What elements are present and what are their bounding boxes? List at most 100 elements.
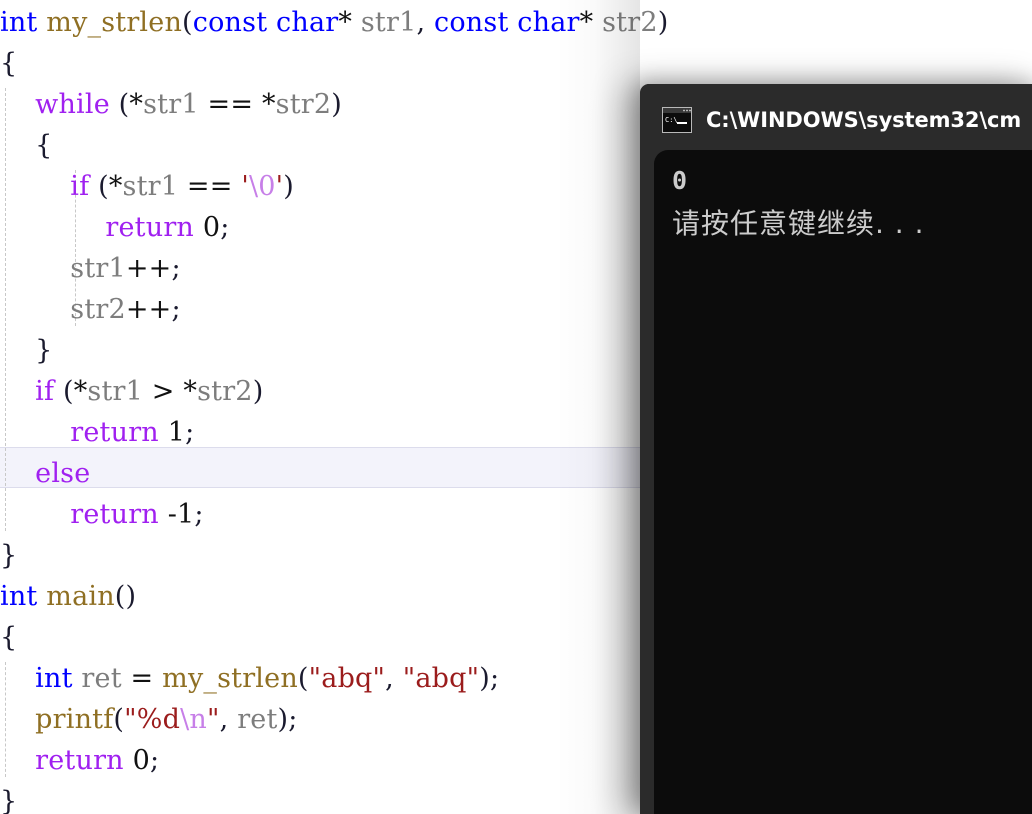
code-token: my_strlen bbox=[46, 7, 183, 38]
code-token: * bbox=[129, 89, 144, 120]
console-title: C:\WINDOWS\system32\cm bbox=[706, 108, 1022, 132]
code-token: , bbox=[219, 704, 238, 735]
code-token: " bbox=[124, 704, 137, 735]
code-line[interactable]: return 0; bbox=[0, 740, 159, 781]
code-token: * bbox=[108, 171, 123, 202]
code-line[interactable]: str2++; bbox=[0, 289, 181, 330]
code-token: ( bbox=[54, 376, 74, 407]
code-token: * bbox=[338, 7, 353, 38]
code-token: str1 bbox=[352, 7, 417, 38]
code-token: str1 bbox=[143, 89, 199, 120]
code-token: ) bbox=[657, 7, 669, 38]
current-line-highlight bbox=[0, 447, 640, 488]
cmd-icon: C:\ bbox=[662, 107, 692, 133]
code-token: str2 bbox=[593, 7, 658, 38]
command-prompt-window[interactable]: C:\ C:\WINDOWS\system32\cm 0 请按任意键继续. . … bbox=[640, 84, 1032, 814]
code-token: } bbox=[0, 335, 53, 366]
code-token: ; bbox=[171, 294, 181, 325]
code-line[interactable]: } bbox=[0, 781, 17, 814]
code-token: ) bbox=[331, 89, 342, 120]
code-line[interactable]: else bbox=[0, 453, 90, 494]
code-token: () bbox=[114, 581, 137, 612]
code-token: printf bbox=[35, 704, 114, 735]
code-token: 0 bbox=[202, 212, 221, 243]
code-line[interactable]: } bbox=[0, 535, 17, 576]
code-token: } bbox=[0, 786, 18, 814]
code-token: str2 bbox=[197, 376, 253, 407]
code-token: ; bbox=[194, 499, 204, 530]
code-token: ( bbox=[297, 663, 309, 694]
code-line[interactable]: return 0; bbox=[0, 207, 230, 248]
code-line[interactable]: int ret = my_strlen("abq", "abq"); bbox=[0, 658, 499, 699]
code-token: return bbox=[35, 745, 124, 776]
code-token: return bbox=[105, 212, 195, 243]
code-token: ; bbox=[288, 704, 298, 735]
code-line[interactable]: } bbox=[0, 330, 53, 371]
code-token: ; bbox=[490, 663, 500, 694]
code-token: int bbox=[35, 663, 82, 694]
code-token: int bbox=[0, 7, 47, 38]
code-token: ) bbox=[479, 663, 490, 694]
code-token: = bbox=[121, 663, 163, 694]
code-token: ) bbox=[252, 376, 264, 407]
code-line[interactable]: return -1; bbox=[0, 494, 204, 535]
code-token: ( bbox=[182, 7, 193, 38]
code-token: ++ bbox=[125, 294, 172, 325]
code-token: ; bbox=[185, 417, 195, 448]
code-token: main bbox=[46, 581, 115, 612]
code-token: ) bbox=[283, 171, 295, 202]
code-token: * bbox=[73, 376, 88, 407]
code-token: "abq" bbox=[308, 663, 386, 694]
code-line[interactable]: { bbox=[0, 617, 17, 658]
code-line[interactable]: printf("%d\n", ret); bbox=[0, 699, 298, 740]
code-token: { bbox=[0, 48, 18, 79]
code-token: == bbox=[198, 89, 262, 120]
code-token: == bbox=[178, 171, 242, 202]
code-token: " bbox=[207, 704, 220, 735]
code-token: ; bbox=[149, 745, 160, 776]
code-line[interactable]: { bbox=[0, 43, 17, 84]
console-body[interactable]: 0 请按任意键继续. . . bbox=[654, 150, 1032, 814]
code-token: } bbox=[0, 540, 18, 571]
code-token: str2 bbox=[275, 89, 332, 120]
code-token: { bbox=[0, 622, 18, 653]
code-token: %d bbox=[136, 704, 181, 735]
code-token: str1 bbox=[70, 253, 126, 284]
code-token: \n bbox=[180, 704, 207, 735]
console-titlebar[interactable]: C:\ C:\WINDOWS\system32\cm bbox=[640, 84, 1032, 156]
code-line[interactable]: str1++; bbox=[0, 248, 181, 289]
code-line[interactable]: if (*str1 > *str2) bbox=[0, 371, 263, 412]
code-token: ' bbox=[275, 171, 284, 202]
code-token: ++ bbox=[125, 253, 172, 284]
code-token: "abq" bbox=[402, 663, 480, 694]
code-token: ret bbox=[81, 663, 122, 694]
code-line[interactable]: if (*str1 == '\0') bbox=[0, 166, 294, 207]
code-token: while bbox=[35, 89, 110, 120]
code-token: char bbox=[276, 7, 339, 38]
svg-text:C:\: C:\ bbox=[665, 116, 678, 124]
code-token: my_strlen bbox=[162, 663, 298, 694]
code-token: const bbox=[434, 7, 518, 38]
code-line[interactable]: return 1; bbox=[0, 412, 194, 453]
code-token: str2 bbox=[70, 294, 126, 325]
code-token: if bbox=[35, 376, 55, 407]
code-line[interactable]: int my_strlen(const char* str1, const ch… bbox=[0, 2, 668, 43]
code-line[interactable]: while (*str1 == *str2) bbox=[0, 84, 342, 125]
code-token: * bbox=[183, 376, 198, 407]
code-line[interactable]: { bbox=[0, 125, 53, 166]
code-token: return bbox=[70, 499, 159, 530]
code-token: ' bbox=[241, 171, 249, 202]
code-token: { bbox=[0, 130, 53, 161]
code-line[interactable]: int main() bbox=[0, 576, 136, 617]
